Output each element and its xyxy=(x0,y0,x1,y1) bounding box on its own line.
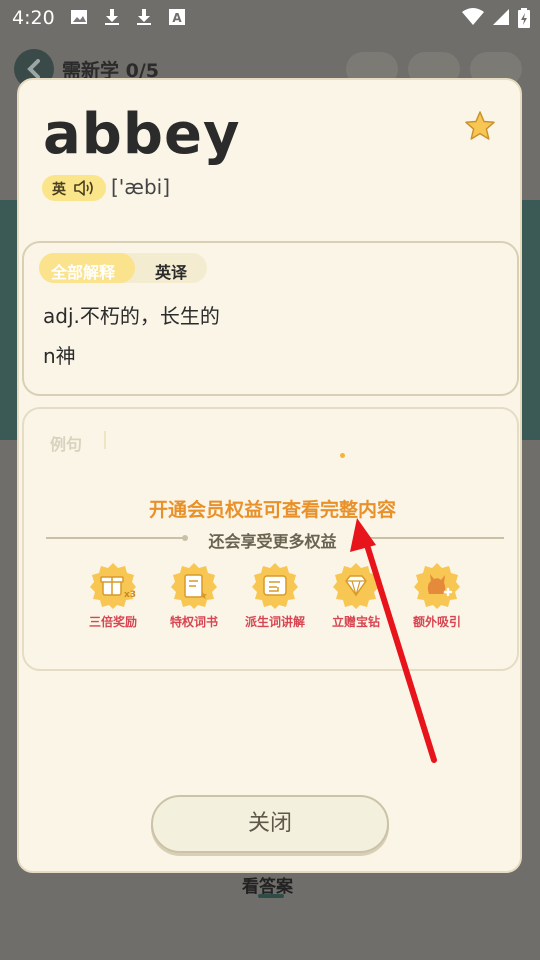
pronunciation-button[interactable]: 英 xyxy=(42,175,106,201)
signal-icon xyxy=(493,9,509,25)
chevron-left-icon xyxy=(27,59,40,79)
benefit-item[interactable]: 立赠宝钻 xyxy=(317,561,395,630)
benefit-label: 额外吸引 xyxy=(412,615,461,629)
word-explain-icon xyxy=(250,561,300,611)
example-label: 例句 xyxy=(50,435,83,454)
book-icon xyxy=(169,561,219,611)
tab-all-definitions[interactable]: 全部解释 xyxy=(39,253,135,283)
bg-tab-indicator xyxy=(258,894,284,898)
font-icon: A xyxy=(169,9,185,25)
definition-tabs: 全部解释 英译 xyxy=(39,253,207,283)
example-card: 例句 开通会员权益可查看完整内容 还会享受更多权益 x3 三倍奖励 特权词书 派… xyxy=(22,407,519,671)
benefit-item[interactable]: 派生词讲解 xyxy=(236,561,314,630)
loading-dot xyxy=(340,453,345,458)
gift-x3-icon: x3 xyxy=(88,561,138,611)
download-icon-2 xyxy=(137,9,151,25)
svg-text:A: A xyxy=(172,11,182,25)
speaker-icon xyxy=(74,180,93,196)
battery-icon xyxy=(518,8,530,28)
vip-unlock-link[interactable]: 开通会员权益可查看完整内容 xyxy=(24,495,521,522)
tab-all-label: 全部解释 xyxy=(51,263,116,282)
phonetic-text: ['æbi] xyxy=(111,175,170,199)
word-detail-modal: abbey 英 ['æbi] 全部解释 英译 adj.不朽的，长生的 n神 例句… xyxy=(17,78,522,873)
status-bar: 4:20 A xyxy=(0,0,540,36)
status-time: 4:20 xyxy=(12,7,55,29)
benefit-item[interactable]: x3 三倍奖励 xyxy=(74,561,152,630)
image-icon xyxy=(71,10,87,24)
benefit-item[interactable]: 额外吸引 xyxy=(398,561,476,630)
benefit-label: 三倍奖励 xyxy=(88,615,137,629)
svg-text:x3: x3 xyxy=(124,590,136,600)
vip-subtitle: 还会享受更多权益 xyxy=(208,532,337,551)
definition-line: n神 xyxy=(43,344,76,368)
close-button[interactable]: 关闭 xyxy=(151,795,389,853)
definition-card: 全部解释 英译 adj.不朽的，长生的 n神 xyxy=(22,241,519,396)
definition-line: adj.不朽的，长生的 xyxy=(43,304,220,328)
benefit-label: 特权词书 xyxy=(169,615,218,629)
divider-right xyxy=(361,537,504,539)
pet-icon xyxy=(412,561,462,611)
text-cursor xyxy=(104,431,106,449)
accent-label: 英 xyxy=(52,182,66,198)
word-title: abbey xyxy=(43,102,241,167)
benefit-label: 立赠宝钻 xyxy=(331,615,380,629)
star-icon[interactable] xyxy=(464,110,496,142)
tab-english-label: 英译 xyxy=(155,263,188,282)
download-icon xyxy=(105,9,119,25)
diamond-icon xyxy=(331,561,381,611)
benefit-label: 派生词讲解 xyxy=(244,615,305,629)
benefit-item[interactable]: 特权词书 xyxy=(155,561,233,630)
wifi-icon xyxy=(462,8,484,25)
